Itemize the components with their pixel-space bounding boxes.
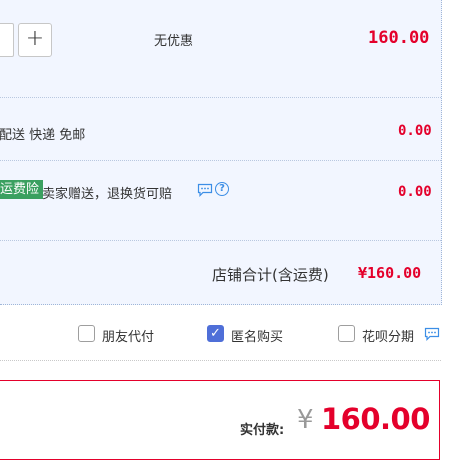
- divider: [0, 360, 441, 361]
- payment-amount: 160.00: [321, 402, 430, 436]
- chat-icon[interactable]: [424, 326, 440, 345]
- shipping-label: 配送 快递 免邮: [0, 128, 86, 143]
- help-icon[interactable]: ?: [215, 182, 229, 196]
- quantity-input[interactable]: [0, 23, 14, 57]
- friend-pay-checkbox[interactable]: [78, 325, 95, 342]
- divider: [0, 160, 441, 161]
- insurance-description: 卖家赠送，退换货可赔: [42, 187, 173, 202]
- item-price: 160.00: [368, 28, 430, 48]
- store-total-value: ¥160.00: [358, 264, 422, 282]
- store-total-label: 店铺合计(含运费): [212, 266, 329, 284]
- discount-text: 无优惠: [154, 34, 194, 49]
- divider: [0, 240, 441, 241]
- huabei-installment-label: 花呗分期: [362, 330, 415, 345]
- insurance-price: 0.00: [398, 184, 432, 200]
- anonymous-purchase-checkbox[interactable]: ✓: [207, 325, 224, 342]
- payment-label: 实付款:: [240, 423, 285, 438]
- anonymous-purchase-label: 匿名购买: [231, 330, 284, 345]
- payment-summary-box: 实付款: ¥ 160.00: [0, 380, 440, 460]
- currency-symbol: ¥: [297, 405, 314, 435]
- chat-icon[interactable]: [197, 182, 213, 201]
- huabei-installment-checkbox[interactable]: [338, 325, 355, 342]
- divider: [0, 97, 441, 98]
- friend-pay-label: 朋友代付: [102, 330, 155, 345]
- shipping-price: 0.00: [398, 123, 432, 139]
- quantity-increase-button[interactable]: +: [18, 23, 52, 57]
- order-item-panel: + 无优惠 160.00 配送 快递 免邮 0.00 运费险 卖家赠送，退换货可…: [0, 0, 442, 305]
- shipping-insurance-tag: 运费险: [0, 180, 44, 199]
